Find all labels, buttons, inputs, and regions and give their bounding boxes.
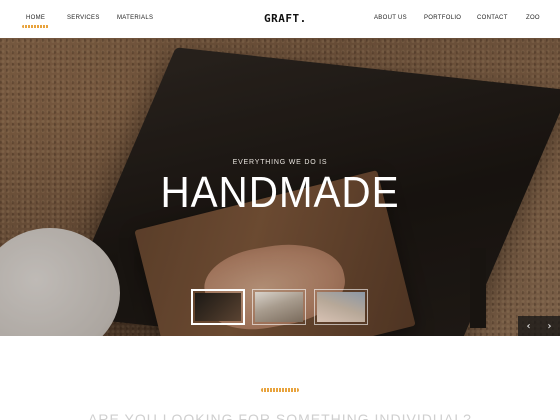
nav-about-us[interactable]: ABOUT US — [374, 15, 407, 21]
nav-home[interactable]: HOME — [21, 15, 50, 28]
hero-subtitle: EVERYTHING WE DO IS — [232, 159, 328, 166]
nav-portfolio[interactable]: PORTFOLIO — [424, 15, 461, 21]
nav-services[interactable]: SERVICES — [67, 15, 100, 21]
section-heading: ARE YOU LOOKING FOR SOMETHING INDIVIDUAL… — [88, 411, 472, 420]
thumbnail-image — [195, 293, 241, 321]
prev-arrow-icon[interactable]: ‹ — [518, 316, 539, 336]
slider-arrows: ‹ › — [518, 316, 560, 336]
site-header: HOME SERVICES MATERIALS GRAFT. ABOUT US … — [0, 0, 560, 38]
thumbnail-image — [317, 292, 365, 322]
section-divider — [261, 388, 299, 392]
nav-zoo[interactable]: ZOO — [526, 15, 540, 21]
slide-thumbnail-1[interactable] — [191, 289, 245, 325]
slide-thumbnail-3[interactable] — [314, 289, 368, 325]
slide-thumbnail-2[interactable] — [252, 289, 306, 325]
nav-contact[interactable]: CONTACT — [477, 15, 508, 21]
nav-materials[interactable]: MATERIALS — [117, 15, 153, 21]
thumbnail-image — [255, 292, 303, 322]
hero-title: HANDMADE — [160, 168, 400, 217]
site-logo[interactable]: GRAFT. — [264, 12, 307, 25]
next-arrow-icon[interactable]: › — [539, 316, 560, 336]
hero-slider: EVERYTHING WE DO IS HANDMADE ‹ › — [0, 38, 560, 336]
